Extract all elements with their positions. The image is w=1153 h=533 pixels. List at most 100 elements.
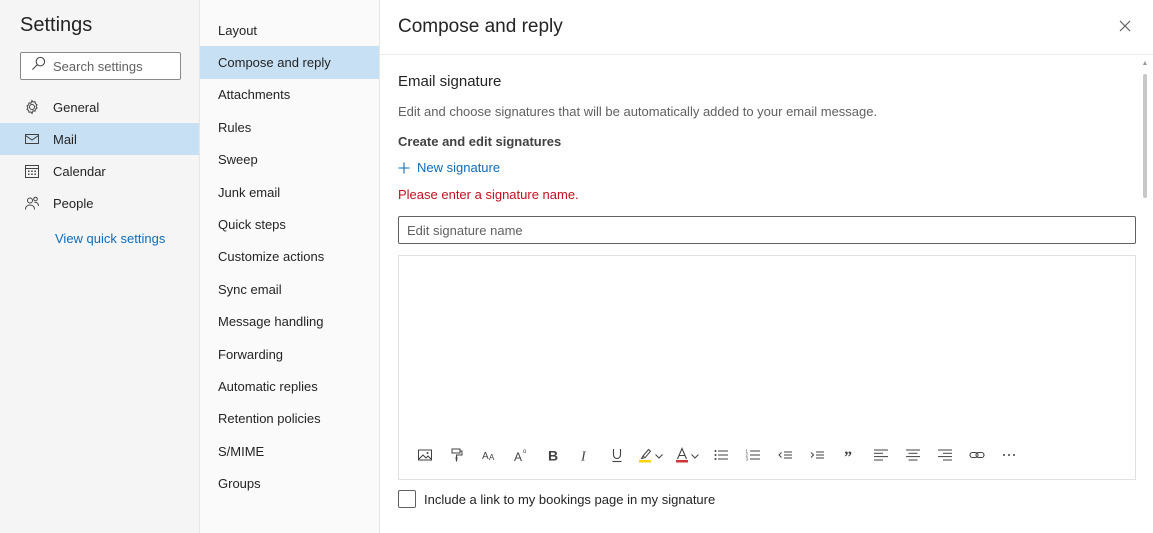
insert-picture-icon <box>417 447 433 468</box>
mail-icon <box>24 131 40 147</box>
bookings-link-label: Include a link to my bookings page in my… <box>424 491 716 507</box>
insert-picture-button[interactable] <box>409 445 441 469</box>
sub-item-attachments[interactable]: Attachments <box>200 79 379 111</box>
align-center-icon <box>905 447 921 468</box>
create-edit-signatures-heading: Create and edit signatures <box>398 134 562 149</box>
nav-label: Calendar <box>53 163 106 179</box>
bullets-icon <box>713 447 729 468</box>
chevron-down-icon <box>654 448 664 466</box>
nav-label: Mail <box>53 131 77 147</box>
header-divider <box>380 54 1153 55</box>
nav-item-mail[interactable]: Mail <box>0 123 199 155</box>
italic-icon: I <box>577 447 593 468</box>
nav-label: General <box>53 99 100 115</box>
quote-button[interactable]: ” <box>833 445 865 469</box>
align-right-icon <box>937 447 953 468</box>
align-left-icon <box>873 447 889 468</box>
italic-button[interactable]: I <box>569 445 601 469</box>
numbering-icon: 123 <box>745 447 761 468</box>
compose-and-reply-panel: Compose and reply Email signature Edit a… <box>380 0 1153 533</box>
nav-item-general[interactable]: General <box>0 91 199 123</box>
bookings-link-checkbox[interactable] <box>398 490 416 508</box>
decrease-indent-button[interactable] <box>769 445 801 469</box>
bold-icon: B <box>545 447 561 468</box>
signature-name-input[interactable] <box>398 216 1136 244</box>
link-button[interactable] <box>961 445 993 469</box>
svg-text:A: A <box>482 451 489 462</box>
search-icon <box>31 56 46 76</box>
sub-item-compose-and-reply[interactable]: Compose and reply <box>200 46 379 79</box>
panel-title: Compose and reply <box>398 16 563 37</box>
sub-item-layout[interactable]: Layout <box>200 14 379 46</box>
svg-text:”: ” <box>844 449 852 463</box>
view-quick-settings-link[interactable]: View quick settings <box>55 231 165 246</box>
signature-editor: AA Ao B I 1 2 3 ” <box>398 255 1136 480</box>
format-painter-button[interactable] <box>441 445 473 469</box>
svg-text:3: 3 <box>746 456 749 461</box>
signature-name-error: Please enter a signature name. <box>398 187 579 202</box>
email-signature-description: Edit and choose signatures that will be … <box>398 104 878 119</box>
chevron-down-icon <box>690 448 700 466</box>
font-color-icon <box>674 446 690 468</box>
scroll-up-arrow-icon[interactable]: ▲ <box>1141 60 1149 68</box>
sub-item-customize-actions[interactable]: Customize actions <box>200 241 379 273</box>
bullets-button[interactable] <box>705 445 737 469</box>
increase-indent-icon <box>809 447 825 468</box>
sub-item-message-handling[interactable]: Message handling <box>200 306 379 338</box>
sub-item-junk-email[interactable]: Junk email <box>200 176 379 208</box>
link-icon <box>969 447 985 468</box>
settings-title: Settings <box>20 14 93 36</box>
people-icon <box>24 195 40 211</box>
bold-button[interactable]: B <box>537 445 569 469</box>
svg-text:I: I <box>580 449 587 463</box>
svg-text:A: A <box>489 453 495 462</box>
numbering-button[interactable]: 123 <box>737 445 769 469</box>
quote-icon: ” <box>841 447 857 468</box>
align-right-button[interactable] <box>929 445 961 469</box>
scrollbar-thumb[interactable] <box>1143 74 1147 198</box>
bookings-link-option[interactable]: Include a link to my bookings page in my… <box>398 490 715 508</box>
font-color-button[interactable] <box>669 445 705 469</box>
nav-item-people[interactable]: People <box>0 187 199 219</box>
superscript-button[interactable]: Ao <box>505 445 537 469</box>
search-box[interactable] <box>20 52 181 80</box>
font-size-icon: AA <box>481 447 497 468</box>
sub-item-smime[interactable]: S/MIME <box>200 435 379 467</box>
sub-item-rules[interactable]: Rules <box>200 111 379 143</box>
nav-label: People <box>53 195 94 211</box>
font-size-button[interactable]: AA <box>473 445 505 469</box>
plus-icon <box>398 162 410 174</box>
svg-text:o: o <box>523 449 527 455</box>
svg-text:B: B <box>548 447 558 463</box>
search-input[interactable] <box>53 58 173 74</box>
gear-icon <box>24 99 40 115</box>
signature-body[interactable] <box>399 256 1135 436</box>
sub-item-sweep[interactable]: Sweep <box>200 144 379 176</box>
highlight-button[interactable] <box>633 445 669 469</box>
sub-item-groups[interactable]: Groups <box>200 467 379 499</box>
nav-item-calendar[interactable]: Calendar <box>0 155 199 187</box>
increase-indent-button[interactable] <box>801 445 833 469</box>
formatting-toolbar: AA Ao B I 1 2 3 ” <box>409 445 1025 469</box>
calendar-icon <box>24 163 40 179</box>
sub-item-quick-steps[interactable]: Quick steps <box>200 208 379 240</box>
superscript-icon: Ao <box>513 447 529 468</box>
close-button[interactable] <box>1117 18 1133 34</box>
close-icon <box>1117 20 1133 38</box>
sub-item-retention-policies[interactable]: Retention policies <box>200 403 379 435</box>
panel-scrollbar[interactable]: ▲ <box>1141 60 1149 200</box>
align-center-button[interactable] <box>897 445 929 469</box>
align-left-button[interactable] <box>865 445 897 469</box>
sub-item-automatic-replies[interactable]: Automatic replies <box>200 370 379 402</box>
new-signature-label: New signature <box>417 160 501 175</box>
svg-text:A: A <box>514 450 522 463</box>
more-icon <box>1001 447 1017 468</box>
settings-sidebar: Settings General Mail Calendar <box>0 0 200 533</box>
underline-button[interactable] <box>601 445 633 469</box>
format-painter-icon <box>449 447 465 468</box>
more-options-button[interactable] <box>993 445 1025 469</box>
mail-settings-nav: Layout Compose and reply Attachments Rul… <box>200 0 380 533</box>
sub-item-sync-email[interactable]: Sync email <box>200 273 379 305</box>
new-signature-button[interactable]: New signature <box>398 160 500 175</box>
sub-item-forwarding[interactable]: Forwarding <box>200 338 379 370</box>
